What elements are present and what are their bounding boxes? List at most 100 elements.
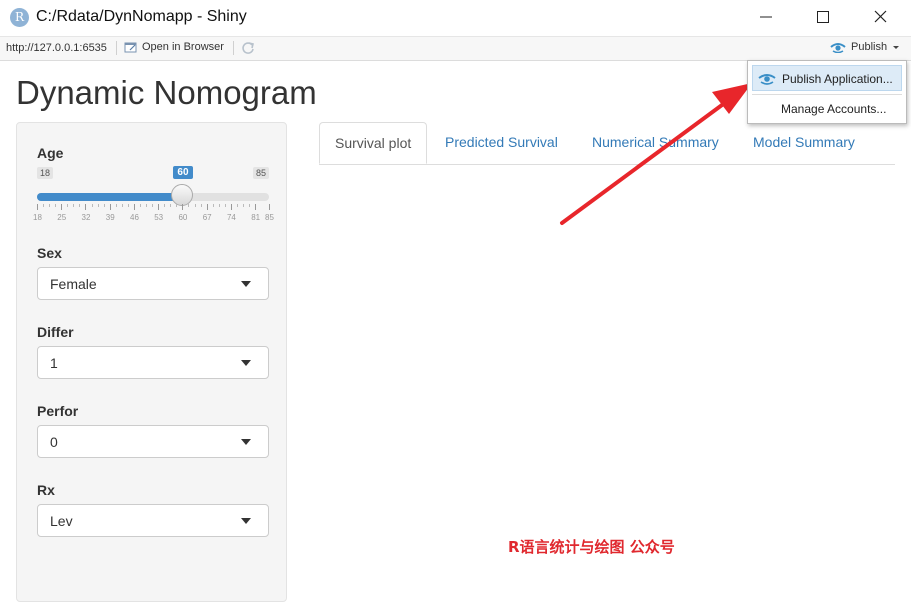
viewer-toolbar: http://127.0.0.1:6535 Open in Browser Pu… <box>0 36 911 61</box>
perfor-select[interactable]: 0 <box>37 425 269 458</box>
slider-tick <box>230 204 232 210</box>
sidebar-panel: Age 18 60 85 18 25 32 39 46 53 60 67 74 81 85 Sex … <box>16 122 287 602</box>
rx-select-value: Lev <box>50 513 73 529</box>
caret-down-icon <box>241 518 251 524</box>
slider-max-label: 85 <box>253 167 270 179</box>
slider-minor-tick <box>97 204 99 207</box>
differ-select[interactable]: 1 <box>37 346 269 379</box>
slider-minor-tick <box>146 204 148 207</box>
slider-tick-label: 25 <box>57 213 67 222</box>
slider-minor-tick <box>79 204 81 207</box>
slider-minor-tick <box>49 204 51 207</box>
manage-accounts-label: Manage Accounts... <box>781 102 887 116</box>
watermark-text: R语言统计与绘图 公众号 <box>508 538 675 556</box>
slider-tick <box>61 204 63 210</box>
caret-down-icon <box>241 439 251 445</box>
sex-select-value: Female <box>50 276 97 292</box>
slider-tick <box>182 204 184 210</box>
slider-tick <box>85 204 87 210</box>
slider-minor-tick <box>55 204 57 207</box>
slider-minor-tick <box>121 204 123 207</box>
slider-minor-tick <box>164 204 166 207</box>
slider-tick <box>158 204 160 210</box>
slider-minor-tick <box>43 204 45 207</box>
slider-minor-tick <box>212 204 214 207</box>
output-tabs: Survival plot Predicted Survival Numeric… <box>319 122 895 165</box>
slider-minor-tick <box>249 204 251 207</box>
differ-select-value: 1 <box>50 355 58 371</box>
slider-minor-tick <box>152 204 154 207</box>
slider-tick-label: 74 <box>226 213 236 222</box>
slider-tick <box>37 204 38 210</box>
page-title: Dynamic Nomogram <box>16 74 317 111</box>
publish-application-menu-item[interactable]: Publish Application... <box>752 65 902 91</box>
slider-minor-tick <box>91 204 93 207</box>
window-title: C:/Rdata/DynNomapp - Shiny <box>36 8 247 25</box>
refresh-button[interactable] <box>240 40 256 59</box>
age-label: Age <box>37 145 64 161</box>
differ-label: Differ <box>37 324 74 340</box>
sex-label: Sex <box>37 245 62 261</box>
slider-minor-tick <box>73 204 75 207</box>
browser-icon <box>124 42 137 53</box>
tab-model-summary[interactable]: Model Summary <box>753 122 855 163</box>
publish-label: Publish <box>851 41 888 53</box>
rx-select[interactable]: Lev <box>37 504 269 537</box>
caret-down-icon <box>241 281 251 287</box>
rx-label: Rx <box>37 482 55 498</box>
slider-minor-tick <box>127 204 129 207</box>
close-button[interactable] <box>851 0 909 34</box>
slider-minor-tick <box>218 204 220 207</box>
slider-minor-tick <box>170 204 172 207</box>
perfor-select-value: 0 <box>50 434 58 450</box>
close-icon <box>874 10 887 23</box>
slider-tick-label: 85 <box>265 213 274 222</box>
tab-survival-plot[interactable]: Survival plot <box>319 122 428 164</box>
toolbar-separator <box>116 41 117 55</box>
age-slider-handle[interactable] <box>171 184 194 206</box>
tab-predicted-survival[interactable]: Predicted Survival <box>445 122 558 163</box>
slider-minor-tick <box>188 204 190 207</box>
slider-minor-tick <box>194 204 196 207</box>
slider-value-label: 60 <box>173 166 193 179</box>
age-slider-track[interactable] <box>37 193 269 201</box>
r-logo-icon: R <box>10 8 29 27</box>
slider-tick-label: 32 <box>81 213 91 222</box>
menu-separator <box>752 94 902 95</box>
slider-tick-label: 60 <box>178 213 188 222</box>
open-in-browser-button[interactable]: Open in Browser <box>124 41 224 53</box>
slider-minor-tick <box>200 204 202 207</box>
maximize-icon <box>817 11 829 23</box>
tab-numerical-summary[interactable]: Numerical Summary <box>592 122 719 163</box>
slider-tick <box>133 204 135 210</box>
age-slider-fill <box>37 193 183 201</box>
slider-tick-label: 53 <box>154 213 164 222</box>
slider-minor-tick <box>103 204 105 207</box>
slider-tick <box>269 204 270 210</box>
url-text: http://127.0.0.1:6535 <box>6 42 107 54</box>
slider-tick-label: 81 <box>251 213 261 222</box>
caret-down-icon <box>241 360 251 366</box>
window-titlebar: R C:/Rdata/DynNomapp - Shiny <box>0 0 911 36</box>
minimize-icon <box>760 16 772 18</box>
manage-accounts-menu-item[interactable]: Manage Accounts... <box>752 97 902 123</box>
publish-button[interactable]: Publish <box>830 41 901 53</box>
maximize-button[interactable] <box>794 0 852 34</box>
publish-menu: Publish Application... Manage Accounts..… <box>747 60 907 124</box>
slider-minor-tick <box>243 204 245 207</box>
slider-tick <box>109 204 111 210</box>
publish-application-label: Publish Application... <box>782 72 893 86</box>
slider-tick <box>255 204 257 210</box>
slider-minor-tick <box>115 204 117 207</box>
publish-icon <box>758 74 776 85</box>
perfor-label: Perfor <box>37 403 79 419</box>
open-in-browser-label: Open in Browser <box>142 41 224 53</box>
slider-tick <box>206 204 208 210</box>
slider-minor-tick <box>176 204 178 207</box>
publish-icon <box>830 43 846 53</box>
slider-tick-label: 39 <box>105 213 115 222</box>
minimize-button[interactable] <box>737 0 795 34</box>
sex-select[interactable]: Female <box>37 267 269 300</box>
slider-tick-label: 46 <box>130 213 139 222</box>
slider-minor-tick <box>224 204 226 207</box>
